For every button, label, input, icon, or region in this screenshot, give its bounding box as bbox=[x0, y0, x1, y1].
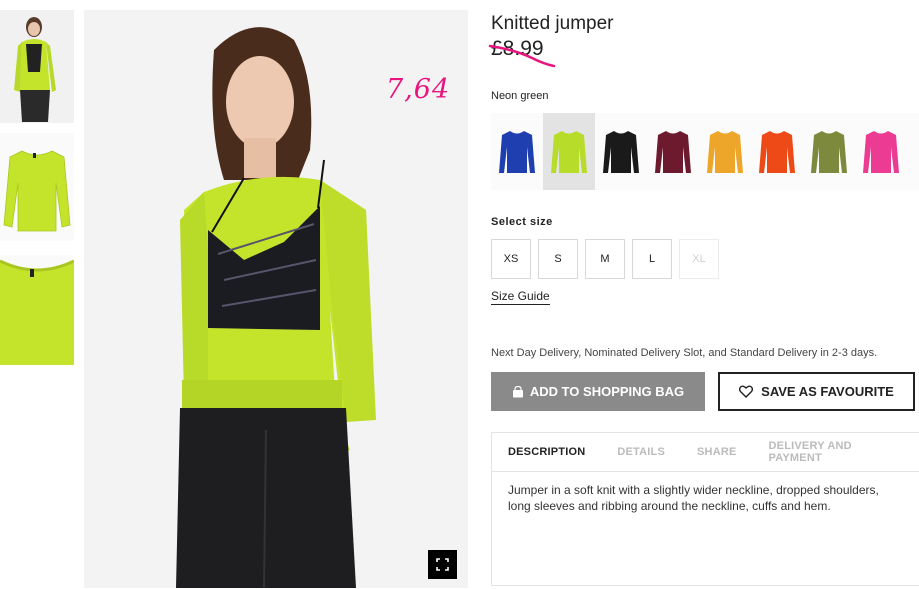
swatch-mustard[interactable] bbox=[699, 113, 751, 190]
swatch-blue[interactable] bbox=[491, 113, 543, 190]
product-description: Jumper in a soft knit with a slightly wi… bbox=[508, 483, 879, 513]
swatch-neon-green[interactable] bbox=[543, 113, 595, 190]
tab-description[interactable]: DESCRIPTION bbox=[508, 446, 585, 458]
swatch-pink[interactable] bbox=[855, 113, 907, 190]
add-to-bag-label: ADD TO SHOPPING BAG bbox=[529, 384, 685, 399]
jumper-icon bbox=[551, 130, 587, 173]
size-guide-link[interactable]: Size Guide bbox=[491, 289, 550, 305]
size-s-button[interactable]: S bbox=[538, 239, 578, 279]
info-tabs: DESCRIPTION DETAILS SHARE DELIVERY AND P… bbox=[492, 433, 919, 472]
size-m-button[interactable]: M bbox=[585, 239, 625, 279]
tab-details[interactable]: DETAILS bbox=[617, 446, 665, 458]
save-favourite-button[interactable]: SAVE AS FAVOURITE bbox=[718, 372, 915, 411]
select-size-label: Select size bbox=[491, 216, 553, 228]
jumper-icon bbox=[499, 130, 535, 173]
jumper-icon bbox=[707, 130, 743, 173]
thumbnail-closeup[interactable] bbox=[0, 255, 74, 365]
thumbnail-flat-jumper[interactable] bbox=[0, 133, 74, 241]
product-info-panel: DESCRIPTION DETAILS SHARE DELIVERY AND P… bbox=[491, 432, 919, 586]
heart-icon bbox=[739, 385, 754, 398]
jumper-icon bbox=[655, 130, 691, 173]
size-l-button[interactable]: L bbox=[632, 239, 672, 279]
swatch-burgundy[interactable] bbox=[647, 113, 699, 190]
product-title: Knitted jumper bbox=[491, 13, 614, 34]
handwritten-price: 7,64 bbox=[386, 74, 451, 105]
tab-share[interactable]: SHARE bbox=[697, 446, 737, 458]
size-xl-button: XL bbox=[679, 239, 719, 279]
jumper-icon bbox=[863, 130, 899, 173]
product-price: £8.99 bbox=[491, 37, 544, 60]
swatch-black[interactable] bbox=[595, 113, 647, 190]
size-options: XS S M L XL bbox=[491, 239, 726, 279]
swatch-khaki[interactable] bbox=[803, 113, 855, 190]
tab-delivery-payment[interactable]: DELIVERY AND PAYMENT bbox=[769, 440, 888, 464]
save-favourite-label: SAVE AS FAVOURITE bbox=[761, 384, 894, 399]
jumper-icon bbox=[759, 130, 795, 173]
fullscreen-button[interactable] bbox=[428, 550, 457, 579]
delivery-note: Next Day Delivery, Nominated Delivery Sl… bbox=[491, 347, 878, 359]
selected-color-name: Neon green bbox=[491, 90, 549, 102]
color-swatch-row bbox=[491, 113, 919, 190]
swatch-orange-red[interactable] bbox=[751, 113, 803, 190]
jumper-icon bbox=[603, 130, 639, 173]
expand-icon bbox=[436, 558, 449, 571]
jumper-icon bbox=[811, 130, 847, 173]
size-xs-button[interactable]: XS bbox=[491, 239, 531, 279]
shopping-bag-icon bbox=[512, 385, 524, 398]
thumbnail-model[interactable] bbox=[0, 10, 74, 123]
add-to-bag-button[interactable]: ADD TO SHOPPING BAG bbox=[491, 372, 705, 411]
